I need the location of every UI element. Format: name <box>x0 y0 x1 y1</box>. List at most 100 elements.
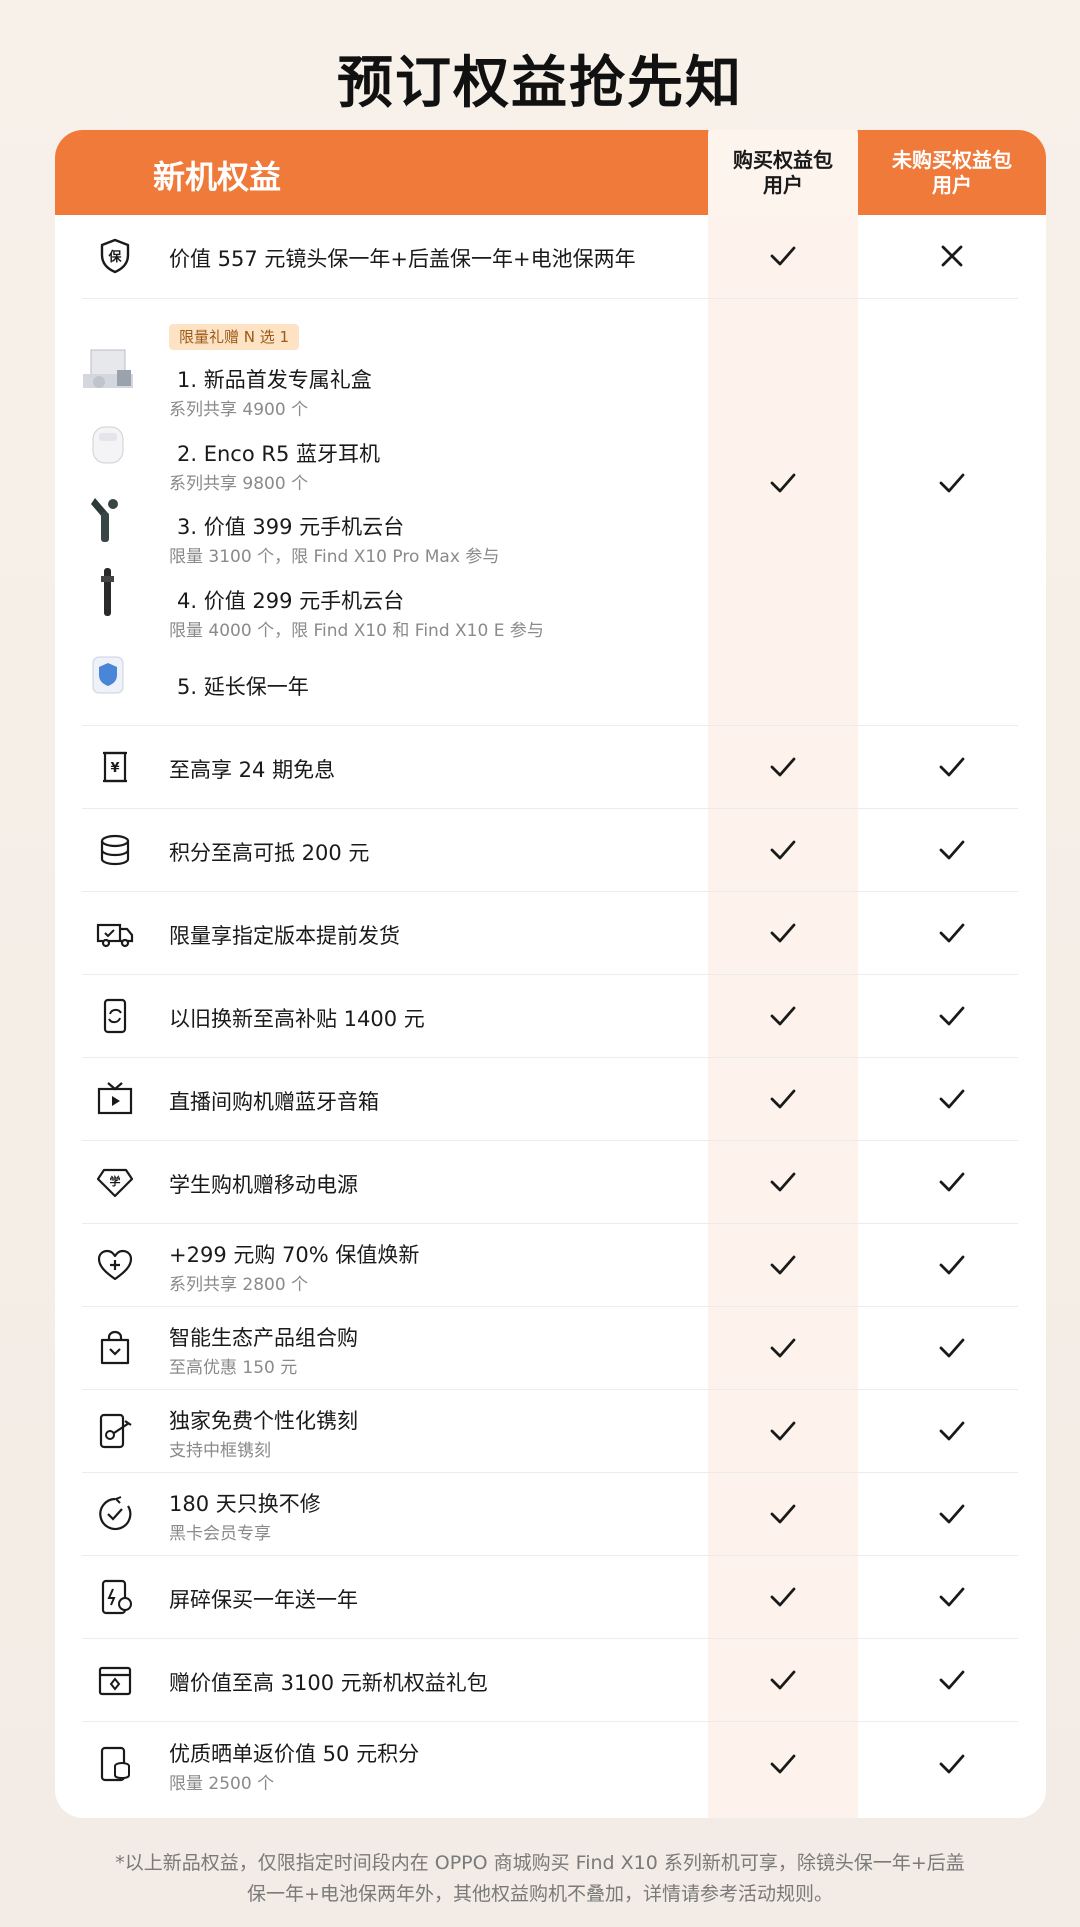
table-row: 以旧换新至高补贴 1400 元 <box>55 975 1046 1057</box>
table-row: 180 天只换不修 黑卡会员专享 <box>55 1473 1046 1555</box>
selfie-stick-thumbnail <box>77 566 139 618</box>
check-icon <box>935 750 969 784</box>
warranty-shield-thumbnail <box>77 649 139 701</box>
table-row: +299 元购 70% 保值焕新 系列共享 2800 个 <box>55 1224 1046 1306</box>
gift-item-sub: 限量 4000 个，限 Find X10 和 Find X10 E 参与 <box>169 621 544 641</box>
check-icon <box>766 1663 800 1697</box>
check-icon <box>935 1497 969 1531</box>
check-icon <box>766 239 800 273</box>
check-icon <box>935 916 969 950</box>
engrave-phone-icon <box>95 1411 135 1451</box>
shield-bao-icon: 保 <box>95 236 135 276</box>
svg-text:¥: ¥ <box>110 761 119 776</box>
row-label: 独家免费个性化镌刻 <box>169 1409 358 1433</box>
table-row-gifts: 限量礼赠 N 选 1 1. 新品首发专属礼盒 系列共享 4900 个 2. En… <box>55 299 1046 725</box>
check-icon <box>935 1747 969 1781</box>
table-row: 积分至高可抵 200 元 <box>55 809 1046 891</box>
row-label: +299 元购 70% 保值焕新 <box>169 1243 420 1267</box>
check-icon <box>935 466 969 500</box>
table-row: 直播间购机赠蓝牙音箱 <box>55 1058 1046 1140</box>
section-title: 新机权益 <box>153 158 282 196</box>
table-row: 智能生态产品组合购 至高优惠 150 元 <box>55 1307 1046 1389</box>
circle-check-icon <box>95 1494 135 1534</box>
footer-line-2: 保一年+电池保两年外，其他权益购机不叠加，详情请参考活动规则。 <box>247 1883 833 1905</box>
svg-text:保: 保 <box>107 249 122 265</box>
row-sub: 至高优惠 150 元 <box>169 1358 298 1378</box>
check-icon <box>766 1414 800 1448</box>
broken-screen-icon <box>95 1577 135 1617</box>
check-icon <box>935 1414 969 1448</box>
svg-text:学: 学 <box>110 1174 121 1188</box>
limited-gift-tag: 限量礼赠 N 选 1 <box>169 324 300 350</box>
check-icon <box>935 1331 969 1365</box>
row-label: 赠价值至高 3100 元新机权益礼包 <box>169 1671 488 1695</box>
table-row: 赠价值至高 3100 元新机权益礼包 <box>55 1639 1046 1721</box>
gift-item-label: 2. Enco R5 蓝牙耳机 <box>177 442 380 466</box>
gift-item-label: 1. 新品首发专属礼盒 <box>177 368 372 392</box>
delivery-truck-icon <box>95 913 135 953</box>
table-row: 独家免费个性化镌刻 支持中框镌刻 <box>55 1390 1046 1472</box>
footer-line-1: *以上新品权益，仅限指定时间段内在 OPPO 商城购买 Find X10 系列新… <box>115 1852 965 1874</box>
row-label: 积分至高可抵 200 元 <box>169 841 370 865</box>
row-label: 180 天只换不修 <box>169 1492 321 1516</box>
column-header-not-purchased-line1: 未购买权益包 <box>892 148 1012 172</box>
row-sub: 系列共享 2800 个 <box>169 1275 309 1295</box>
column-header-purchased: 购买权益包 用户 <box>708 148 858 198</box>
check-icon <box>766 1082 800 1116</box>
check-icon <box>766 1580 800 1614</box>
row-label: 以旧换新至高补贴 1400 元 <box>169 1007 425 1031</box>
table-row: 学 学生购机赠移动电源 <box>55 1141 1046 1223</box>
check-icon <box>935 1165 969 1199</box>
phone-refresh-icon <box>95 996 135 1036</box>
check-icon <box>935 833 969 867</box>
check-icon <box>766 999 800 1033</box>
earbuds-thumbnail <box>77 419 139 471</box>
gift-box-thumbnail <box>77 344 139 396</box>
row-label: 价值 557 元镜头保一年+后盖保一年+电池保两年 <box>169 247 636 271</box>
tv-play-icon <box>95 1079 135 1119</box>
row-label: 至高享 24 期免息 <box>169 758 336 782</box>
check-icon <box>766 1165 800 1199</box>
check-icon <box>766 916 800 950</box>
check-icon <box>766 1248 800 1282</box>
row-label: 学生购机赠移动电源 <box>169 1173 358 1197</box>
check-icon <box>766 750 800 784</box>
check-icon <box>935 1580 969 1614</box>
gift-package-icon <box>95 1660 135 1700</box>
check-icon <box>935 999 969 1033</box>
row-sub: 黑卡会员专享 <box>169 1524 271 1544</box>
coin-stack-icon <box>95 830 135 870</box>
gift-item-sub: 限量 3100 个，限 Find X10 Pro Max 参与 <box>169 547 500 567</box>
gift-item-label: 3. 价值 399 元手机云台 <box>177 515 405 539</box>
row-sub: 限量 2500 个 <box>169 1774 275 1794</box>
check-icon <box>766 833 800 867</box>
row-label: 智能生态产品组合购 <box>169 1326 358 1350</box>
column-header-purchased-line1: 购买权益包 <box>733 148 833 172</box>
check-icon <box>766 466 800 500</box>
row-label: 屏碎保买一年送一年 <box>169 1588 358 1612</box>
check-icon <box>766 1331 800 1365</box>
row-sub: 支持中框镌刻 <box>169 1441 271 1461</box>
phone-coins-icon <box>95 1744 135 1784</box>
table-row: 屏碎保买一年送一年 <box>55 1556 1046 1638</box>
row-label: 直播间购机赠蓝牙音箱 <box>169 1090 379 1114</box>
gift-item-label: 4. 价值 299 元手机云台 <box>177 589 405 613</box>
benefits-table: 新机权益 购买权益包 用户 未购买权益包 用户 保 价值 557 元镜头保一年+… <box>55 130 1046 1818</box>
shopping-bag-icon <box>95 1328 135 1368</box>
heart-plus-icon <box>95 1245 135 1285</box>
page-title: 预订权益抢先知 <box>337 51 743 116</box>
check-icon <box>935 1248 969 1282</box>
column-header-not-purchased: 未购买权益包 用户 <box>858 148 1046 198</box>
table-row: ¥ 至高享 24 期免息 <box>55 726 1046 808</box>
check-icon <box>935 1082 969 1116</box>
gift-item-sub: 系列共享 9800 个 <box>169 474 309 494</box>
cross-icon <box>935 239 969 273</box>
check-icon <box>935 1663 969 1697</box>
column-header-purchased-line2: 用户 <box>763 173 803 197</box>
table-row: 限量享指定版本提前发货 <box>55 892 1046 974</box>
check-icon <box>766 1497 800 1531</box>
gimbal-thumbnail <box>77 492 139 544</box>
footer-note: *以上新品权益，仅限指定时间段内在 OPPO 商城购买 Find X10 系列新… <box>60 1848 1020 1910</box>
table-row-protection: 保 价值 557 元镜头保一年+后盖保一年+电池保两年 <box>55 215 1046 298</box>
check-icon <box>766 1747 800 1781</box>
